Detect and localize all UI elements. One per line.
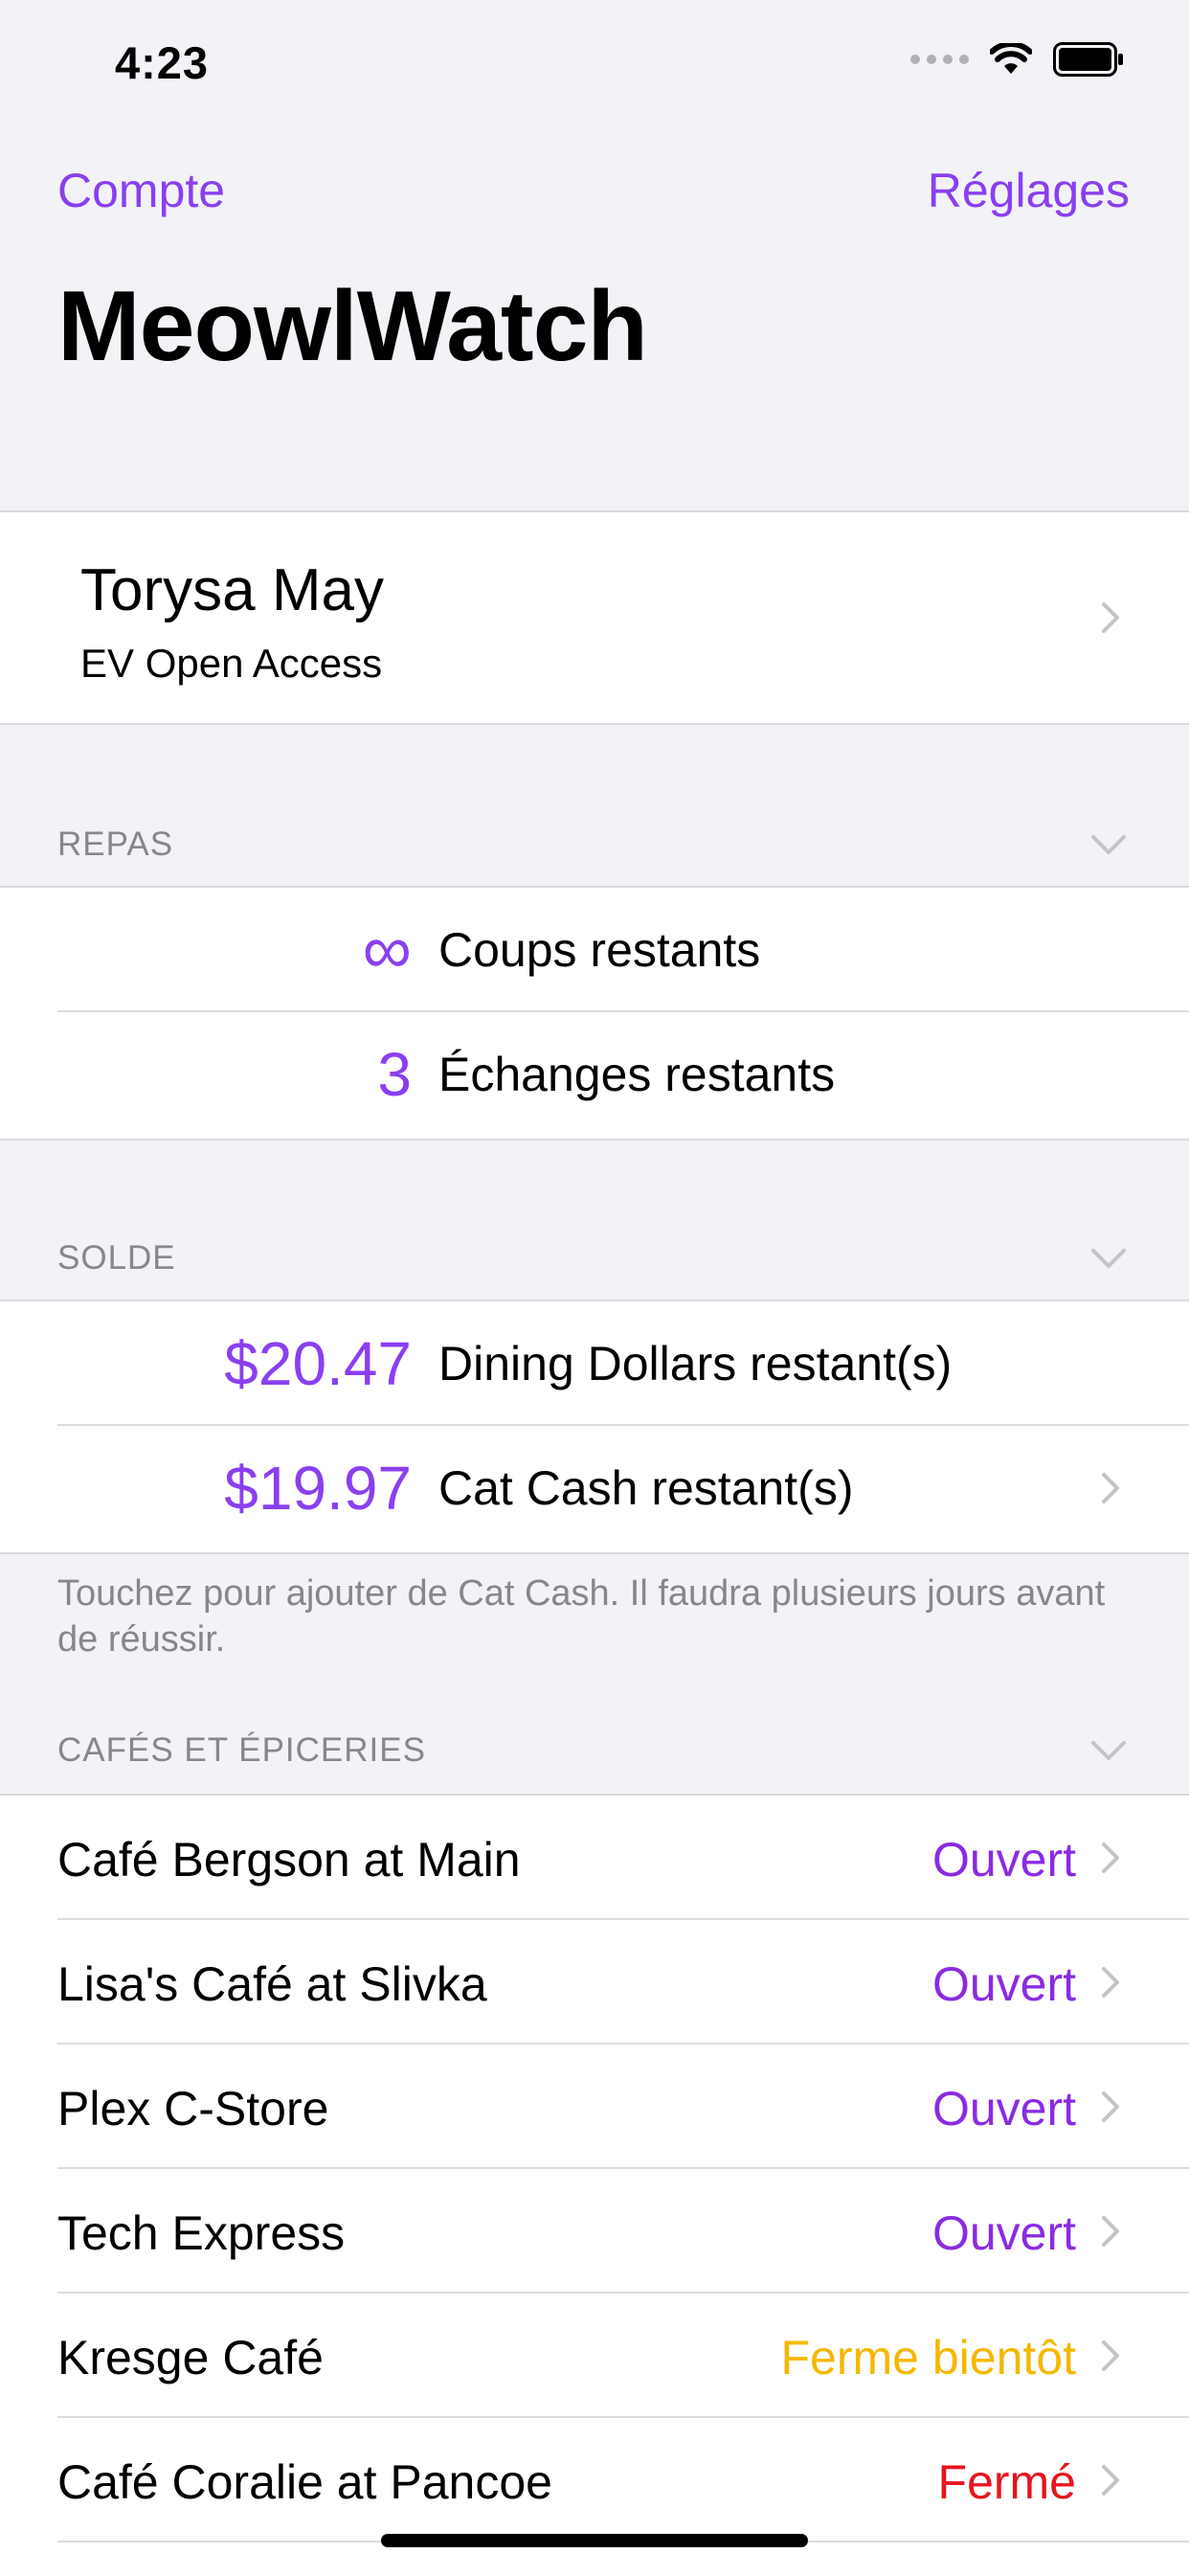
meals-section-header: REPAS (57, 825, 174, 863)
cat-cash-label: Cat Cash restant(s) (438, 1461, 854, 1515)
chevron-right-icon (1102, 1967, 1119, 1998)
cafes-list: Café Bergson at Main Ouvert Lisa's Café at… (0, 1794, 1189, 2576)
chevron-right-icon (1102, 1473, 1119, 1503)
balance-group: $20.47 Dining Dollars restant(s) $19.97 … (0, 1299, 1189, 1554)
dining-dollars-row: $20.47 Dining Dollars restant(s) (0, 1301, 1189, 1426)
chevron-down-icon[interactable] (1088, 825, 1130, 864)
cellular-signal-icon (910, 55, 969, 64)
cafe-status: Fermé (937, 2455, 1076, 2509)
swipes-label: Coups restants (438, 923, 761, 977)
account-name: Torysa May (80, 557, 384, 623)
chevron-down-icon[interactable] (1088, 1239, 1130, 1277)
account-nav-button[interactable]: Compte (57, 163, 225, 218)
account-plan: EV Open Access (80, 641, 383, 686)
dining-dollars-value: $20.47 (224, 1329, 412, 1398)
cafe-name: Kresge Café (57, 2331, 324, 2384)
exchanges-value: 3 (377, 1040, 412, 1109)
swipes-value: ∞ (362, 912, 412, 988)
cafe-name: Tech Express (57, 2206, 346, 2260)
cafe-name: Plex C-Store (57, 2082, 329, 2135)
home-indicator[interactable] (381, 2534, 808, 2547)
cat-cash-row[interactable]: $19.97 Cat Cash restant(s) (0, 1426, 1189, 1550)
cafe-status: Ouvert (931, 1833, 1076, 1887)
chevron-down-icon[interactable] (1088, 1731, 1130, 1770)
chevron-right-icon (1102, 2091, 1119, 2122)
exchanges-label: Échanges restants (438, 1048, 836, 1101)
cafes-section-header: CAFÉS ET ÉPICERIES (57, 1731, 426, 1769)
cafe-name: Café Coralie at Pancoe (57, 2455, 552, 2509)
chevron-right-icon (1102, 1842, 1119, 1873)
status-time: 4:23 (115, 37, 210, 88)
status-icons (910, 42, 1126, 77)
page-title: MeowlWatch (57, 271, 648, 382)
settings-nav-button[interactable]: Réglages (928, 163, 1130, 218)
cafe-status: Ouvert (931, 2082, 1076, 2135)
battery-icon (1053, 42, 1123, 77)
cafe-status: Ouvert (931, 1957, 1076, 2011)
cat-cash-value: $19.97 (224, 1454, 412, 1523)
cafe-row[interactable]: Café Coralie at Pancoe Fermé (0, 2418, 1189, 2542)
dining-dollars-label: Dining Dollars restant(s) (438, 1337, 953, 1390)
cat-cash-footnote: Touchez pour ajouter de Cat Cash. Il fau… (57, 1573, 1106, 1660)
meals-exchanges-row: 3 Échanges restants (0, 1012, 1189, 1137)
chevron-right-icon (1102, 602, 1119, 633)
cafe-row[interactable]: Café Bergson at Main Ouvert (0, 1796, 1189, 1920)
account-card[interactable]: Torysa May EV Open Access (0, 510, 1189, 725)
cafe-row[interactable]: Tech Express Ouvert (0, 2169, 1189, 2294)
cafe-row[interactable]: Kresge Café Ferme bientôt (0, 2294, 1189, 2418)
chevron-right-icon (1102, 2465, 1119, 2496)
cafe-status: Ouvert (931, 2206, 1076, 2260)
cafe-row[interactable]: Lisa's Café at Slivka Ouvert (0, 1920, 1189, 2045)
cafe-row[interactable]: Plex C-Store Ouvert (0, 2045, 1189, 2169)
chevron-right-icon (1102, 2340, 1119, 2371)
cafe-status: Ferme bientôt (780, 2331, 1076, 2384)
cafe-name: Lisa's Café at Slivka (57, 1957, 487, 2011)
chevron-right-icon (1102, 2216, 1119, 2247)
cafe-name: Café Bergson at Main (57, 1833, 521, 1887)
meals-group: ∞ Coups restants 3 Échanges restants (0, 886, 1189, 1141)
wifi-icon (990, 43, 1032, 74)
meals-swipes-row: ∞ Coups restants (0, 888, 1189, 1012)
balance-section-header: SOLDE (57, 1239, 176, 1277)
